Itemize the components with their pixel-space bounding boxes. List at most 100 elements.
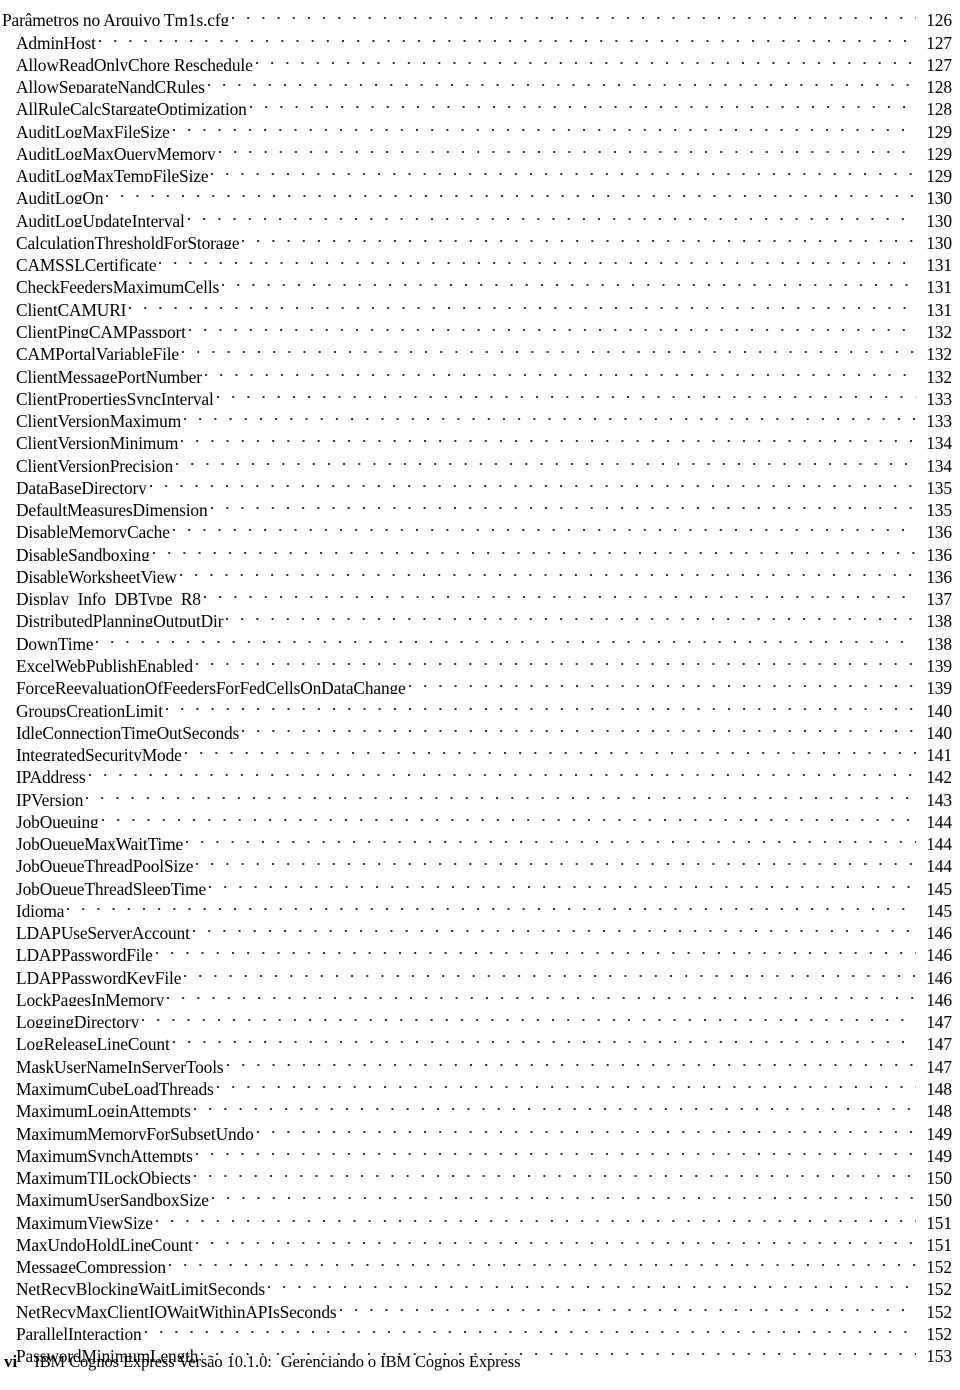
toc-entry-title: IntegratedSecurityMode [16, 745, 182, 762]
toc-entry-page-number: 138 [926, 611, 952, 628]
toc-entry-page-number: 133 [926, 388, 952, 405]
toc-entry[interactable]: MessageCompression 152 [2, 1251, 952, 1273]
toc-entry[interactable]: ClientPropertiesSyncInterval 133 [2, 383, 952, 405]
toc-entry[interactable]: ClientVersionPrecision 134 [2, 449, 952, 472]
toc-entry[interactable]: AllRuleCalcStargateOptimization 128 [2, 93, 952, 115]
dot-leader [232, 4, 916, 26]
toc-entry[interactable]: MaxUndoHoldLineCount 151 [2, 1229, 952, 1251]
toc-entry-title: ClientPropertiesSyncInterval [16, 388, 214, 405]
toc-entry[interactable]: CalculationThresholdForStorage 130 [2, 227, 952, 249]
dot-leader [216, 383, 916, 405]
dot-leader [210, 494, 916, 516]
toc-entry-title: ClientVersionMinimum [16, 433, 179, 450]
toc-entry-page-number: 147 [926, 1034, 952, 1051]
toc-entry[interactable]: DisableMemoryCache 136 [2, 516, 952, 538]
toc-entry[interactable]: Parâmetros no Arquivo Tm1s.cfg 126 [2, 4, 952, 26]
toc-entry-title: MaximumLoginAttempts [16, 1101, 191, 1118]
toc-entry[interactable]: ExcelWebPublishEnabled 139 [2, 650, 952, 672]
toc-entry-page-number: 146 [926, 923, 952, 940]
toc-entry[interactable]: IntegratedSecurityMode 141 [2, 739, 952, 761]
toc-entry[interactable]: ClientVersionMinimum 134 [2, 427, 952, 449]
toc-entry[interactable]: AdminHost 127 [2, 26, 952, 49]
toc-entry[interactable]: NetRecvMaxClientIOWaitWithinAPIsSeconds 1… [2, 1295, 952, 1318]
toc-entry[interactable]: DataBaseDirectory 135 [2, 472, 952, 494]
toc-entry[interactable]: LogReleaseLineCount 147 [2, 1028, 952, 1050]
toc-entry[interactable]: LoggingDirectory 147 [2, 1006, 952, 1028]
toc-entry-title: Display_Info_DBType_R8 [16, 589, 201, 606]
dot-leader [195, 1140, 916, 1162]
toc-entry[interactable]: MaximumCubeLoadThreads 148 [2, 1073, 952, 1095]
toc-entry[interactable]: LDAPPasswordKeyFile 146 [2, 961, 952, 984]
toc-entry-page-number: 146 [926, 989, 952, 1006]
toc-entry[interactable]: CAMPortalVariableFile 132 [2, 338, 952, 360]
toc-entry-title: MessageCompression [16, 1257, 166, 1274]
toc-entry[interactable]: ClientPingCAMPassport 132 [2, 316, 952, 338]
toc-entry[interactable]: DisableWorksheetView 136 [2, 561, 952, 583]
toc-entry[interactable]: JobQueueMaxWaitTime 144 [2, 828, 952, 850]
toc-entry[interactable]: JobQueueThreadPoolSize 144 [2, 850, 952, 872]
toc-entry[interactable]: ClientVersionMaximum 133 [2, 405, 952, 427]
dot-leader [255, 49, 916, 71]
toc-entry-title: Parâmetros no Arquivo Tm1s.cfg [2, 10, 230, 27]
toc-entry[interactable]: DefaultMeasuresDimension 135 [2, 494, 952, 516]
toc-entry[interactable]: AuditLogMaxFileSize 129 [2, 115, 952, 138]
toc-entry[interactable]: MaskUserNameInServerTools 147 [2, 1050, 952, 1073]
dot-leader [186, 828, 916, 850]
toc-entry-page-number: 130 [926, 188, 952, 205]
toc-entry[interactable]: MaximumLoginAttempts 148 [2, 1095, 952, 1117]
toc-entry[interactable]: NetRecvBlockingWaitLimitSeconds 152 [2, 1273, 952, 1295]
toc-entry[interactable]: IdleConnectionTimeOutSeconds 140 [2, 717, 952, 739]
toc-entry[interactable]: MaximumUserSandboxSize 150 [2, 1184, 952, 1206]
toc-entry-title: JobQueueThreadSleepTime [16, 878, 207, 895]
toc-entry[interactable]: DistributedPlanningOutputDir 138 [2, 605, 952, 627]
toc-entry[interactable]: IPAddress 142 [2, 761, 952, 783]
toc-entry[interactable]: LDAPPasswordFile 146 [2, 939, 952, 961]
toc-entry[interactable]: ClientMessagePortNumber 132 [2, 360, 952, 383]
toc-entry[interactable]: CheckFeedersMaximumCells 131 [2, 271, 952, 293]
toc-entry[interactable]: LockPagesInMemory 146 [2, 984, 952, 1006]
toc-entry[interactable]: DisableSandboxing 136 [2, 538, 952, 561]
toc-entry[interactable]: AuditLogMaxQueryMemory 129 [2, 138, 952, 160]
toc-entry[interactable]: IPVersion 143 [2, 783, 952, 806]
dot-leader [152, 538, 916, 560]
toc-entry-page-number: 152 [926, 1279, 952, 1296]
toc-entry[interactable]: GroupsCreationLimit 140 [2, 694, 952, 717]
toc-entry-title: LDAPPasswordKeyFile [16, 967, 182, 984]
toc-entry-page-number: 142 [926, 767, 952, 784]
toc-entry-title: DisableSandboxing [16, 544, 150, 561]
toc-entry[interactable]: AuditLogMaxTempFileSize 129 [2, 160, 952, 182]
toc-entry[interactable]: Idioma 145 [2, 895, 952, 917]
toc-entry[interactable]: MaximumSynchAttempts 149 [2, 1140, 952, 1162]
toc-entry-title: ClientVersionPrecision [16, 455, 174, 472]
toc-entry[interactable]: AuditLogUpdateInterval 130 [2, 204, 952, 227]
toc-entry[interactable]: MaximumViewSize 151 [2, 1206, 952, 1229]
toc-entry[interactable]: Display_Info_DBType_R8 137 [2, 583, 952, 605]
dot-leader [101, 806, 916, 828]
toc-entry[interactable]: AllowReadOnlyChore Reschedule 127 [2, 49, 952, 71]
toc-entry-title: AuditLogOn [16, 188, 104, 205]
toc-entry-page-number: 151 [926, 1212, 952, 1229]
toc-entry[interactable]: MaximumTILockObjects 150 [2, 1162, 952, 1184]
toc-entry[interactable]: JobQueuing 144 [2, 806, 952, 828]
toc-entry[interactable]: JobQueueThreadSleepTime 145 [2, 872, 952, 895]
toc-entry[interactable]: AuditLogOn 130 [2, 182, 952, 204]
toc-entry-page-number: 131 [926, 255, 952, 272]
toc-entry[interactable]: MaximumMemoryForSubsetUndo 149 [2, 1117, 952, 1140]
toc-entry-page-number: 143 [926, 789, 952, 806]
toc-entry-title: GroupsCreationLimit [16, 700, 163, 717]
toc-entry[interactable]: ForceReevaluationOfFeedersForFedCellsOnD… [2, 672, 952, 694]
toc-entry[interactable]: ClientCAMURI 131 [2, 293, 952, 316]
toc-entry[interactable]: LDAPUseServerAccount 146 [2, 917, 952, 939]
toc-entry[interactable]: AllowSeparateNandCRules 128 [2, 71, 952, 93]
dot-leader [187, 204, 916, 226]
dot-leader [144, 1318, 916, 1340]
toc-entry-page-number: 144 [926, 856, 952, 873]
toc-entry-page-number: 150 [926, 1190, 952, 1207]
toc-entry-page-number: 152 [926, 1323, 952, 1340]
toc-entry-page-number: 133 [926, 411, 952, 428]
toc-entry[interactable]: CAMSSLCertificate 131 [2, 249, 952, 271]
toc-entry[interactable]: ParallelInteraction 152 [2, 1318, 952, 1340]
toc-entry[interactable]: DownTime 138 [2, 627, 952, 650]
toc-entry-page-number: 128 [926, 99, 952, 116]
toc-entry-page-number: 148 [926, 1101, 952, 1118]
